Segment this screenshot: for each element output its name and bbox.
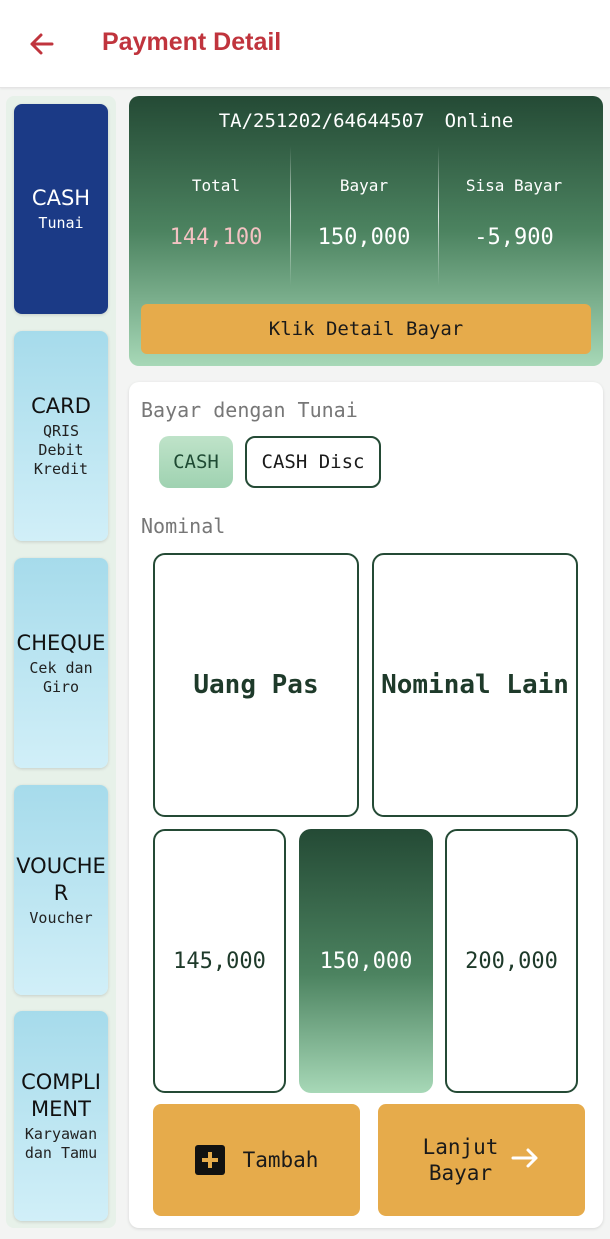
sidebar-item-voucher[interactable]: VOUCHE R Voucher bbox=[14, 785, 108, 995]
page-title: Payment Detail bbox=[102, 28, 282, 56]
sidebar-item-cash[interactable]: CASH Tunai bbox=[14, 104, 108, 314]
sidebar-item-label: CASH bbox=[31, 186, 91, 210]
bayar-column: Bayar 150,000 bbox=[289, 156, 439, 286]
total-label: Total bbox=[191, 176, 241, 195]
sidebar-item-compliment[interactable]: COMPLI MENT Karyawan dan Tamu bbox=[14, 1011, 108, 1221]
amount-option[interactable]: 200,000 bbox=[445, 829, 578, 1093]
invoice-number: TA/251202/64644507 bbox=[218, 110, 425, 132]
lanjut-bayar-label: Lanjut Bayar bbox=[422, 1135, 499, 1185]
nominal-label: Nominal bbox=[141, 514, 226, 538]
nominal-lain-button[interactable]: Nominal Lain bbox=[372, 553, 578, 817]
lanjut-bayar-button[interactable]: Lanjut Bayar bbox=[378, 1104, 585, 1216]
detail-bayar-button[interactable]: Klik Detail Bayar bbox=[141, 304, 591, 354]
sidebar-item-cheque[interactable]: CHEQUE Cek dan Giro bbox=[14, 558, 108, 768]
arrow-right-icon bbox=[510, 1146, 540, 1175]
connection-status: Online bbox=[444, 110, 514, 132]
total-column: Total 144,100 bbox=[141, 156, 291, 286]
amount-option-selected[interactable]: 150,000 bbox=[299, 829, 433, 1093]
payment-summary-card: TA/251202/64644507 Online Total 144,100 B… bbox=[129, 96, 603, 366]
section-label: Bayar dengan Tunai bbox=[141, 398, 358, 422]
sidebar-item-label: VOUCHE R bbox=[16, 853, 106, 905]
tambah-label: Tambah bbox=[242, 1148, 319, 1172]
sidebar-item-card[interactable]: CARD QRIS Debit Kredit bbox=[14, 331, 108, 541]
sidebar-item-sub: Voucher bbox=[29, 908, 93, 927]
sidebar-item-label: COMPLI MENT bbox=[21, 1070, 101, 1121]
sidebar-item-sub: QRIS Debit Kredit bbox=[33, 422, 89, 478]
back-arrow-icon[interactable] bbox=[22, 24, 62, 64]
sidebar-item-sub: Cek dan Giro bbox=[29, 658, 93, 696]
sisa-column: Sisa Bayar -5,900 bbox=[439, 156, 589, 286]
app-header: Payment Detail bbox=[0, 0, 610, 88]
bayar-value: 150,000 bbox=[317, 225, 411, 250]
payment-method-sidebar: CASH Tunai CARD QRIS Debit Kredit CHEQUE… bbox=[6, 96, 116, 1228]
total-value: 144,100 bbox=[169, 225, 263, 250]
sidebar-item-label: CHEQUE bbox=[16, 630, 106, 655]
uang-pas-button[interactable]: Uang Pas bbox=[153, 553, 359, 817]
invoice-line: TA/251202/64644507 Online bbox=[129, 110, 603, 132]
sidebar-item-label: CARD bbox=[31, 394, 91, 418]
tambah-button[interactable]: Tambah bbox=[153, 1104, 360, 1216]
plus-icon bbox=[194, 1145, 225, 1175]
sisa-value: -5,900 bbox=[474, 225, 554, 250]
bayar-label: Bayar bbox=[339, 176, 389, 195]
chip-cash-disc[interactable]: CASH Disc bbox=[245, 436, 381, 488]
sisa-label: Sisa Bayar bbox=[465, 176, 563, 195]
chip-cash[interactable]: CASH bbox=[159, 436, 233, 488]
cash-payment-panel: Bayar dengan Tunai CASH CASH Disc Nomina… bbox=[129, 382, 603, 1228]
amount-option[interactable]: 145,000 bbox=[153, 829, 286, 1093]
sidebar-item-sub: Karyawan dan Tamu bbox=[24, 1125, 98, 1162]
sidebar-item-sub: Tunai bbox=[38, 214, 84, 232]
